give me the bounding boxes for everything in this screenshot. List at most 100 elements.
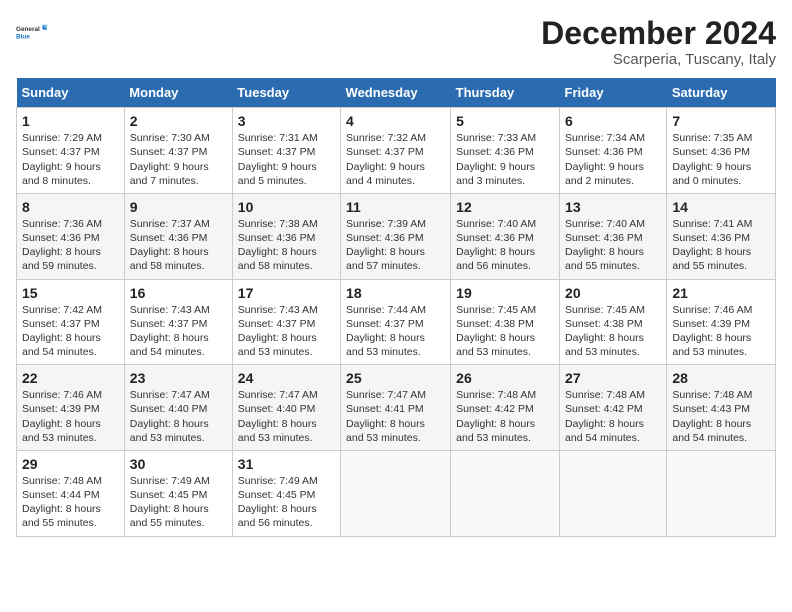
- day-info: Sunrise: 7:35 AMSunset: 4:36 PMDaylight:…: [672, 131, 770, 188]
- calendar-cell: 14Sunrise: 7:41 AMSunset: 4:36 PMDayligh…: [667, 193, 776, 279]
- logo: General Blue: [16, 16, 48, 48]
- calendar-cell: 29 Sunrise: 7:48 AMSunset: 4:44 PMDayligh…: [17, 450, 125, 536]
- day-info: Sunrise: 7:33 AMSunset: 4:36 PMDaylight:…: [456, 131, 554, 188]
- header-tuesday: Tuesday: [232, 78, 340, 108]
- day-info: Sunrise: 7:29 AMSunset: 4:37 PMDaylight:…: [22, 131, 119, 188]
- day-number: 30: [130, 456, 227, 472]
- day-info: Sunrise: 7:46 AMSunset: 4:39 PMDaylight:…: [672, 303, 770, 360]
- day-number: 7: [672, 113, 770, 129]
- day-info: Sunrise: 7:40 AMSunset: 4:36 PMDaylight:…: [565, 217, 661, 274]
- calendar-cell: [341, 450, 451, 536]
- day-info: Sunrise: 7:48 AMSunset: 4:43 PMDaylight:…: [672, 388, 770, 445]
- day-info: Sunrise: 7:47 AMSunset: 4:40 PMDaylight:…: [130, 388, 227, 445]
- calendar-cell: 8 Sunrise: 7:36 AMSunset: 4:36 PMDaylight…: [17, 193, 125, 279]
- calendar-week-2: 8 Sunrise: 7:36 AMSunset: 4:36 PMDaylight…: [17, 193, 776, 279]
- calendar-cell: 25 Sunrise: 7:47 AMSunset: 4:41 PMDayligh…: [341, 365, 451, 451]
- calendar-cell: 1Sunrise: 7:29 AMSunset: 4:37 PMDaylight…: [17, 108, 125, 194]
- day-info: Sunrise: 7:45 AMSunset: 4:38 PMDaylight:…: [565, 303, 661, 360]
- day-number: 31: [238, 456, 335, 472]
- calendar-cell: 31Sunrise: 7:49 AMSunset: 4:45 PMDayligh…: [232, 450, 340, 536]
- calendar-week-3: 15 Sunrise: 7:42 AMSunset: 4:37 PMDayligh…: [17, 279, 776, 365]
- day-number: 6: [565, 113, 661, 129]
- day-number: 19: [456, 285, 554, 301]
- day-info: Sunrise: 7:47 AMSunset: 4:41 PMDaylight:…: [346, 388, 445, 445]
- calendar-week-4: 22 Sunrise: 7:46 AMSunset: 4:39 PMDayligh…: [17, 365, 776, 451]
- day-info: Sunrise: 7:49 AMSunset: 4:45 PMDaylight:…: [130, 474, 227, 531]
- day-info: Sunrise: 7:30 AMSunset: 4:37 PMDaylight:…: [130, 131, 227, 188]
- day-info: Sunrise: 7:48 AMSunset: 4:42 PMDaylight:…: [565, 388, 661, 445]
- day-number: 12: [456, 199, 554, 215]
- day-info: Sunrise: 7:44 AMSunset: 4:37 PMDaylight:…: [346, 303, 445, 360]
- calendar-cell: 9Sunrise: 7:37 AMSunset: 4:36 PMDaylight…: [124, 193, 232, 279]
- day-number: 4: [346, 113, 445, 129]
- header-wednesday: Wednesday: [341, 78, 451, 108]
- calendar-header: SundayMondayTuesdayWednesdayThursdayFrid…: [17, 78, 776, 108]
- header-thursday: Thursday: [451, 78, 560, 108]
- day-number: 3: [238, 113, 335, 129]
- calendar-cell: 11 Sunrise: 7:39 AMSunset: 4:36 PMDayligh…: [341, 193, 451, 279]
- header-sunday: Sunday: [17, 78, 125, 108]
- day-number: 10: [238, 199, 335, 215]
- header-saturday: Saturday: [667, 78, 776, 108]
- day-info: Sunrise: 7:48 AMSunset: 4:44 PMDaylight:…: [22, 474, 119, 531]
- day-number: 20: [565, 285, 661, 301]
- day-number: 28: [672, 370, 770, 386]
- day-info: Sunrise: 7:43 AMSunset: 4:37 PMDaylight:…: [130, 303, 227, 360]
- day-info: Sunrise: 7:45 AMSunset: 4:38 PMDaylight:…: [456, 303, 554, 360]
- day-info: Sunrise: 7:46 AMSunset: 4:39 PMDaylight:…: [22, 388, 119, 445]
- calendar-cell: 17 Sunrise: 7:43 AMSunset: 4:37 PMDayligh…: [232, 279, 340, 365]
- calendar-cell: 21 Sunrise: 7:46 AMSunset: 4:39 PMDayligh…: [667, 279, 776, 365]
- svg-text:General: General: [16, 26, 40, 33]
- day-info: Sunrise: 7:43 AMSunset: 4:37 PMDaylight:…: [238, 303, 335, 360]
- day-number: 22: [22, 370, 119, 386]
- header-monday: Monday: [124, 78, 232, 108]
- calendar-cell: 23 Sunrise: 7:47 AMSunset: 4:40 PMDayligh…: [124, 365, 232, 451]
- calendar-table: SundayMondayTuesdayWednesdayThursdayFrid…: [16, 78, 776, 536]
- title-block: December 2024 Scarperia, Tuscany, Italy: [541, 16, 776, 68]
- day-number: 29: [22, 456, 119, 472]
- day-info: Sunrise: 7:38 AMSunset: 4:36 PMDaylight:…: [238, 217, 335, 274]
- day-number: 17: [238, 285, 335, 301]
- calendar-cell: 6 Sunrise: 7:34 AMSunset: 4:36 PMDaylight…: [560, 108, 667, 194]
- day-info: Sunrise: 7:34 AMSunset: 4:36 PMDaylight:…: [565, 131, 661, 188]
- day-number: 23: [130, 370, 227, 386]
- day-number: 8: [22, 199, 119, 215]
- day-number: 25: [346, 370, 445, 386]
- day-number: 21: [672, 285, 770, 301]
- calendar-cell: 13Sunrise: 7:40 AMSunset: 4:36 PMDayligh…: [560, 193, 667, 279]
- subtitle: Scarperia, Tuscany, Italy: [541, 51, 776, 68]
- calendar-cell: 27 Sunrise: 7:48 AMSunset: 4:42 PMDayligh…: [560, 365, 667, 451]
- day-number: 27: [565, 370, 661, 386]
- calendar-cell: [451, 450, 560, 536]
- calendar-cell: 2 Sunrise: 7:30 AMSunset: 4:37 PMDaylight…: [124, 108, 232, 194]
- calendar-week-1: 1Sunrise: 7:29 AMSunset: 4:37 PMDaylight…: [17, 108, 776, 194]
- calendar-cell: 4Sunrise: 7:32 AMSunset: 4:37 PMDaylight…: [341, 108, 451, 194]
- calendar-cell: 16 Sunrise: 7:43 AMSunset: 4:37 PMDayligh…: [124, 279, 232, 365]
- day-number: 11: [346, 199, 445, 215]
- day-number: 15: [22, 285, 119, 301]
- day-number: 16: [130, 285, 227, 301]
- day-info: Sunrise: 7:41 AMSunset: 4:36 PMDaylight:…: [672, 217, 770, 274]
- calendar-cell: 12Sunrise: 7:40 AMSunset: 4:36 PMDayligh…: [451, 193, 560, 279]
- calendar-cell: 3Sunrise: 7:31 AMSunset: 4:37 PMDaylight…: [232, 108, 340, 194]
- day-number: 18: [346, 285, 445, 301]
- calendar-week-5: 29 Sunrise: 7:48 AMSunset: 4:44 PMDayligh…: [17, 450, 776, 536]
- calendar-cell: 22 Sunrise: 7:46 AMSunset: 4:39 PMDayligh…: [17, 365, 125, 451]
- day-info: Sunrise: 7:39 AMSunset: 4:36 PMDaylight:…: [346, 217, 445, 274]
- calendar-cell: 15 Sunrise: 7:42 AMSunset: 4:37 PMDayligh…: [17, 279, 125, 365]
- svg-text:Blue: Blue: [16, 33, 30, 40]
- day-info: Sunrise: 7:36 AMSunset: 4:36 PMDaylight:…: [22, 217, 119, 274]
- calendar-body: 1Sunrise: 7:29 AMSunset: 4:37 PMDaylight…: [17, 108, 776, 536]
- logo-icon: General Blue: [16, 16, 48, 48]
- calendar-cell: 19 Sunrise: 7:45 AMSunset: 4:38 PMDayligh…: [451, 279, 560, 365]
- calendar-cell: 26 Sunrise: 7:48 AMSunset: 4:42 PMDayligh…: [451, 365, 560, 451]
- day-info: Sunrise: 7:47 AMSunset: 4:40 PMDaylight:…: [238, 388, 335, 445]
- day-info: Sunrise: 7:42 AMSunset: 4:37 PMDaylight:…: [22, 303, 119, 360]
- day-number: 2: [130, 113, 227, 129]
- day-number: 26: [456, 370, 554, 386]
- header-friday: Friday: [560, 78, 667, 108]
- calendar-cell: [560, 450, 667, 536]
- calendar-cell: 20 Sunrise: 7:45 AMSunset: 4:38 PMDayligh…: [560, 279, 667, 365]
- calendar-cell: 10 Sunrise: 7:38 AMSunset: 4:36 PMDayligh…: [232, 193, 340, 279]
- day-info: Sunrise: 7:48 AMSunset: 4:42 PMDaylight:…: [456, 388, 554, 445]
